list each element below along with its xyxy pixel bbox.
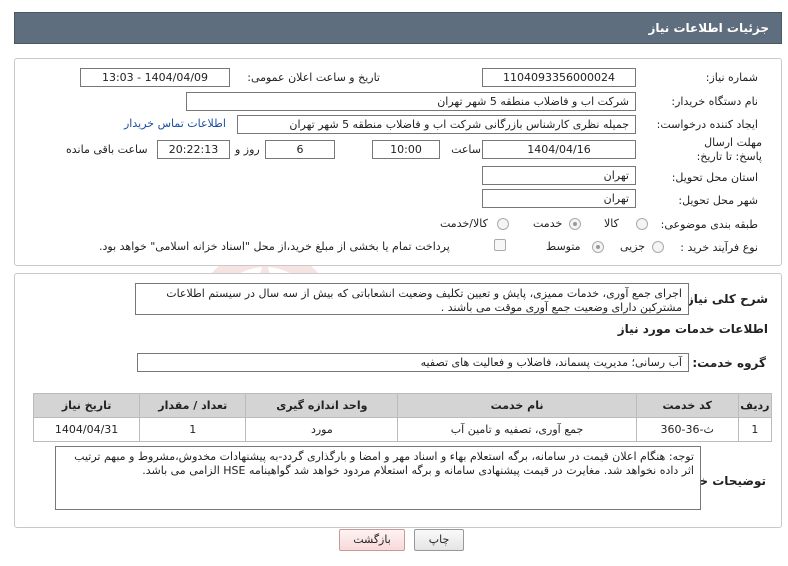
summary-label: شرح کلی نیاز:: [682, 292, 768, 306]
creator-label: ایجاد کننده درخواست:: [656, 118, 758, 131]
announce-date-label: تاریخ و ساعت اعلان عمومی:: [247, 71, 380, 84]
process-medium-radio[interactable]: [592, 241, 604, 253]
buyer-notes-text: توجه: هنگام اعلان قیمت در سامانه، برگه ا…: [55, 446, 701, 510]
back-button[interactable]: بازگشت: [339, 529, 405, 551]
col-unit-header: واحد اندازه گیری: [245, 393, 399, 418]
category-both-label: کالا/خدمت: [440, 217, 488, 230]
category-service-label: خدمت: [533, 217, 563, 230]
province-label: استان محل تحویل:: [671, 171, 758, 184]
category-goods-radio[interactable]: [636, 218, 648, 230]
province-field: تهران: [482, 166, 636, 185]
table-row: 1 ث-36-360 جمع آوری، تصفیه و تامین آب مو…: [32, 417, 773, 442]
category-label: طبقه بندی موضوعی:: [660, 218, 758, 231]
process-minor-radio[interactable]: [652, 241, 664, 253]
service-code-cell: ث-36-360: [635, 417, 739, 442]
treasury-payment-note: پرداخت تمام یا بخشی از مبلغ خرید،از محل …: [99, 240, 450, 253]
need-info-panel: [14, 58, 782, 266]
page-header-bar: جزئیات اطلاعات نیاز: [14, 12, 782, 44]
services-section-title: اطلاعات خدمات مورد نیاز: [617, 322, 768, 336]
category-both-radio[interactable]: [497, 218, 509, 230]
print-button[interactable]: چاپ: [414, 529, 464, 551]
quantity-cell: 1: [139, 417, 247, 442]
creator-field: جمیله نظری کارشناس بازرگانی شرکت اب و فا…: [237, 115, 636, 134]
col-date-header: تاریخ نیاز: [32, 393, 141, 418]
buyer-name-field: شرکت اب و فاضلاب منطقه 5 شهر تهران: [186, 92, 636, 111]
summary-text: اجرای جمع آوری، خدمات ممیزی، پایش و تعیی…: [135, 283, 689, 315]
service-group-field: آب رسانی؛ مدیریت پسماند، فاضلاب و فعالیت…: [137, 353, 689, 372]
service-group-label: گروه خدمت:: [692, 356, 766, 370]
treasury-payment-checkbox[interactable]: [494, 239, 506, 251]
col-row-header: ردیف: [737, 393, 773, 418]
remaining-time-field: 20:22:13: [157, 140, 230, 159]
unit-cell: مورد: [245, 417, 399, 442]
process-medium-label: متوسط: [546, 240, 581, 253]
city-label: شهر محل تحویل:: [678, 194, 758, 207]
deadline-date-field: 1404/04/16: [482, 140, 636, 159]
deadline-label: مهلت ارسال پاسخ: تا تاریخ:: [696, 136, 762, 163]
process-minor-label: جزیی: [620, 240, 646, 253]
remaining-days-field: 6: [265, 140, 335, 159]
need-number-field: 1104093356000024: [482, 68, 636, 87]
row-number-cell: 1: [737, 417, 773, 442]
services-table-header-row: ردیف کد خدمت نام خدمت واحد اندازه گیری ت…: [32, 393, 773, 418]
category-service-radio[interactable]: [569, 218, 581, 230]
days-label: روز و: [235, 143, 260, 156]
col-qty-header: تعداد / مقدار: [139, 393, 247, 418]
need-number-label: شماره نیاز:: [705, 71, 758, 84]
need-date-cell: 1404/04/31: [32, 417, 141, 442]
announce-date-field: 1404/04/09 - 13:03: [80, 68, 230, 87]
remaining-time-label: ساعت باقی مانده: [66, 143, 148, 156]
process-type-label: نوع فرآیند خرید :: [680, 241, 758, 254]
buyer-name-label: نام دستگاه خریدار:: [671, 95, 758, 108]
deadline-time-field: 10:00: [372, 140, 440, 159]
city-field: تهران: [482, 189, 636, 208]
category-goods-label: کالا: [604, 217, 619, 230]
col-name-header: نام خدمت: [397, 393, 637, 418]
page-title: جزئیات اطلاعات نیاز: [648, 21, 769, 35]
col-code-header: کد خدمت: [635, 393, 739, 418]
services-table: ردیف کد خدمت نام خدمت واحد اندازه گیری ت…: [32, 393, 773, 442]
service-name-cell: جمع آوری، تصفیه و تامین آب: [397, 417, 637, 442]
deadline-time-label: ساعت: [451, 143, 481, 156]
buyer-contact-link[interactable]: اطلاعات تماس خریدار: [124, 117, 226, 130]
